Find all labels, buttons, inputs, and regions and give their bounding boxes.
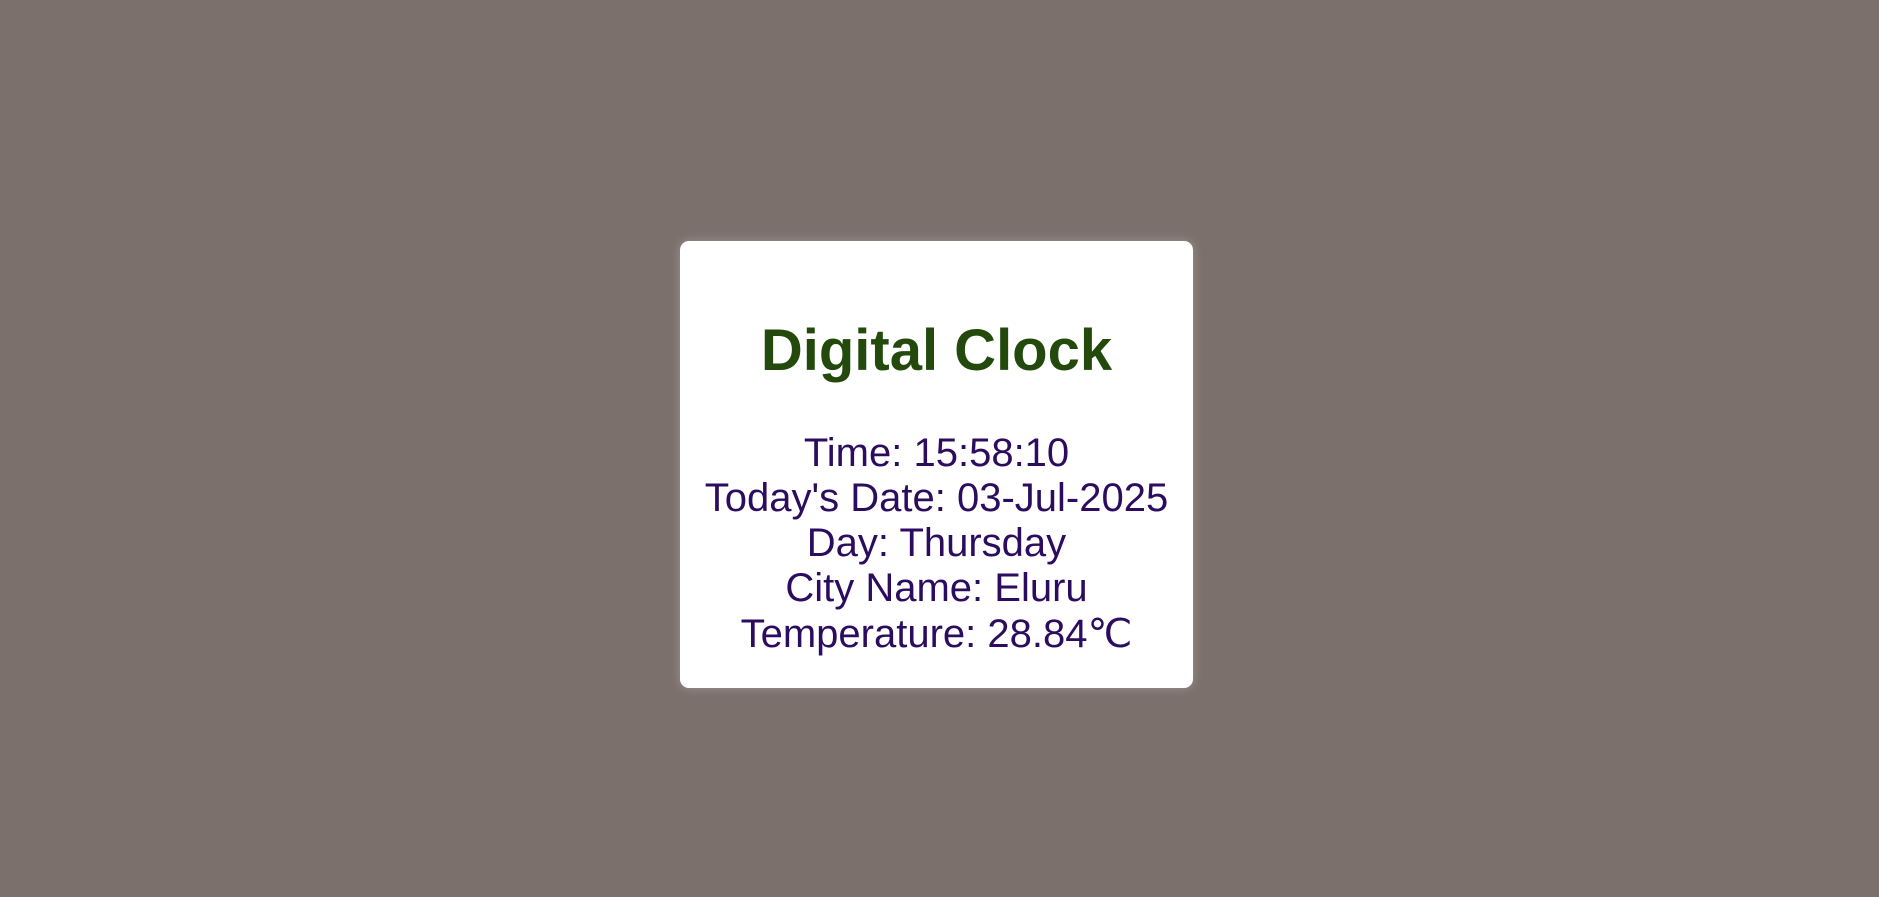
city-value: Eluru (994, 566, 1088, 610)
page-title: Digital Clock (760, 318, 1113, 383)
clock-card: Digital Clock Time: 15:58:10 Today's Dat… (680, 241, 1193, 688)
temperature-unit: ℃ (1087, 611, 1133, 656)
time-label: Time: (803, 431, 914, 475)
time-value: 15:58:10 (913, 431, 1070, 475)
city-label: City Name: (785, 566, 995, 610)
date-label: Today's Date: (704, 476, 957, 520)
date-line: Today's Date: 03-Jul-2025 (680, 476, 1193, 521)
time-line: Time: 15:58:10 (680, 431, 1193, 476)
temperature-label: Temperature: (740, 612, 988, 656)
temperature-line: Temperature: 28.84℃ (680, 611, 1193, 657)
temperature-value: 28.84 (987, 612, 1088, 656)
city-line: City Name: Eluru (680, 566, 1193, 611)
day-value: Thursday (899, 521, 1067, 565)
date-value: 03-Jul-2025 (956, 476, 1169, 520)
day-label: Day: (806, 521, 900, 565)
day-line: Day: Thursday (680, 521, 1193, 566)
clock-info: Time: 15:58:10 Today's Date: 03-Jul-2025… (680, 431, 1193, 657)
